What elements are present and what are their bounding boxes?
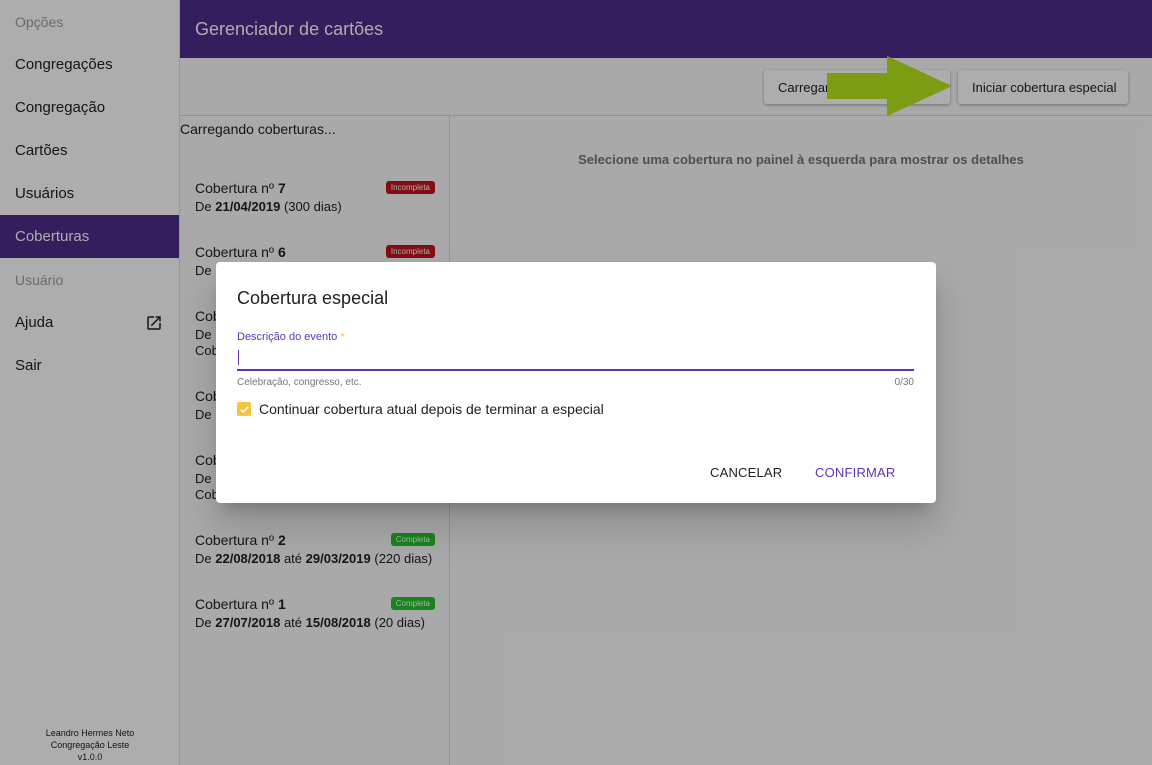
continue-coverage-label: Continuar cobertura atual depois de term… [259,401,604,417]
dialog-title: Cobertura especial [237,288,389,308]
continue-coverage-checkbox[interactable] [237,402,251,416]
check-icon [239,405,249,413]
confirm-button[interactable]: CONFIRMAR [815,458,896,486]
event-description-label: Descrição do evento * [237,331,345,343]
event-description-input[interactable] [237,345,914,371]
text-caret [238,350,239,365]
required-mark: * [340,331,345,343]
special-coverage-dialog: Cobertura especial Descrição do evento *… [216,262,936,503]
character-counter: 0/30 [894,377,914,388]
continue-coverage-checkbox-row[interactable]: Continuar cobertura atual depois de term… [237,401,604,417]
event-description-hint: Celebração, congresso, etc. [237,377,362,388]
event-description-label-text: Descrição do evento [237,331,338,343]
cancel-button[interactable]: CANCELAR [710,458,782,486]
